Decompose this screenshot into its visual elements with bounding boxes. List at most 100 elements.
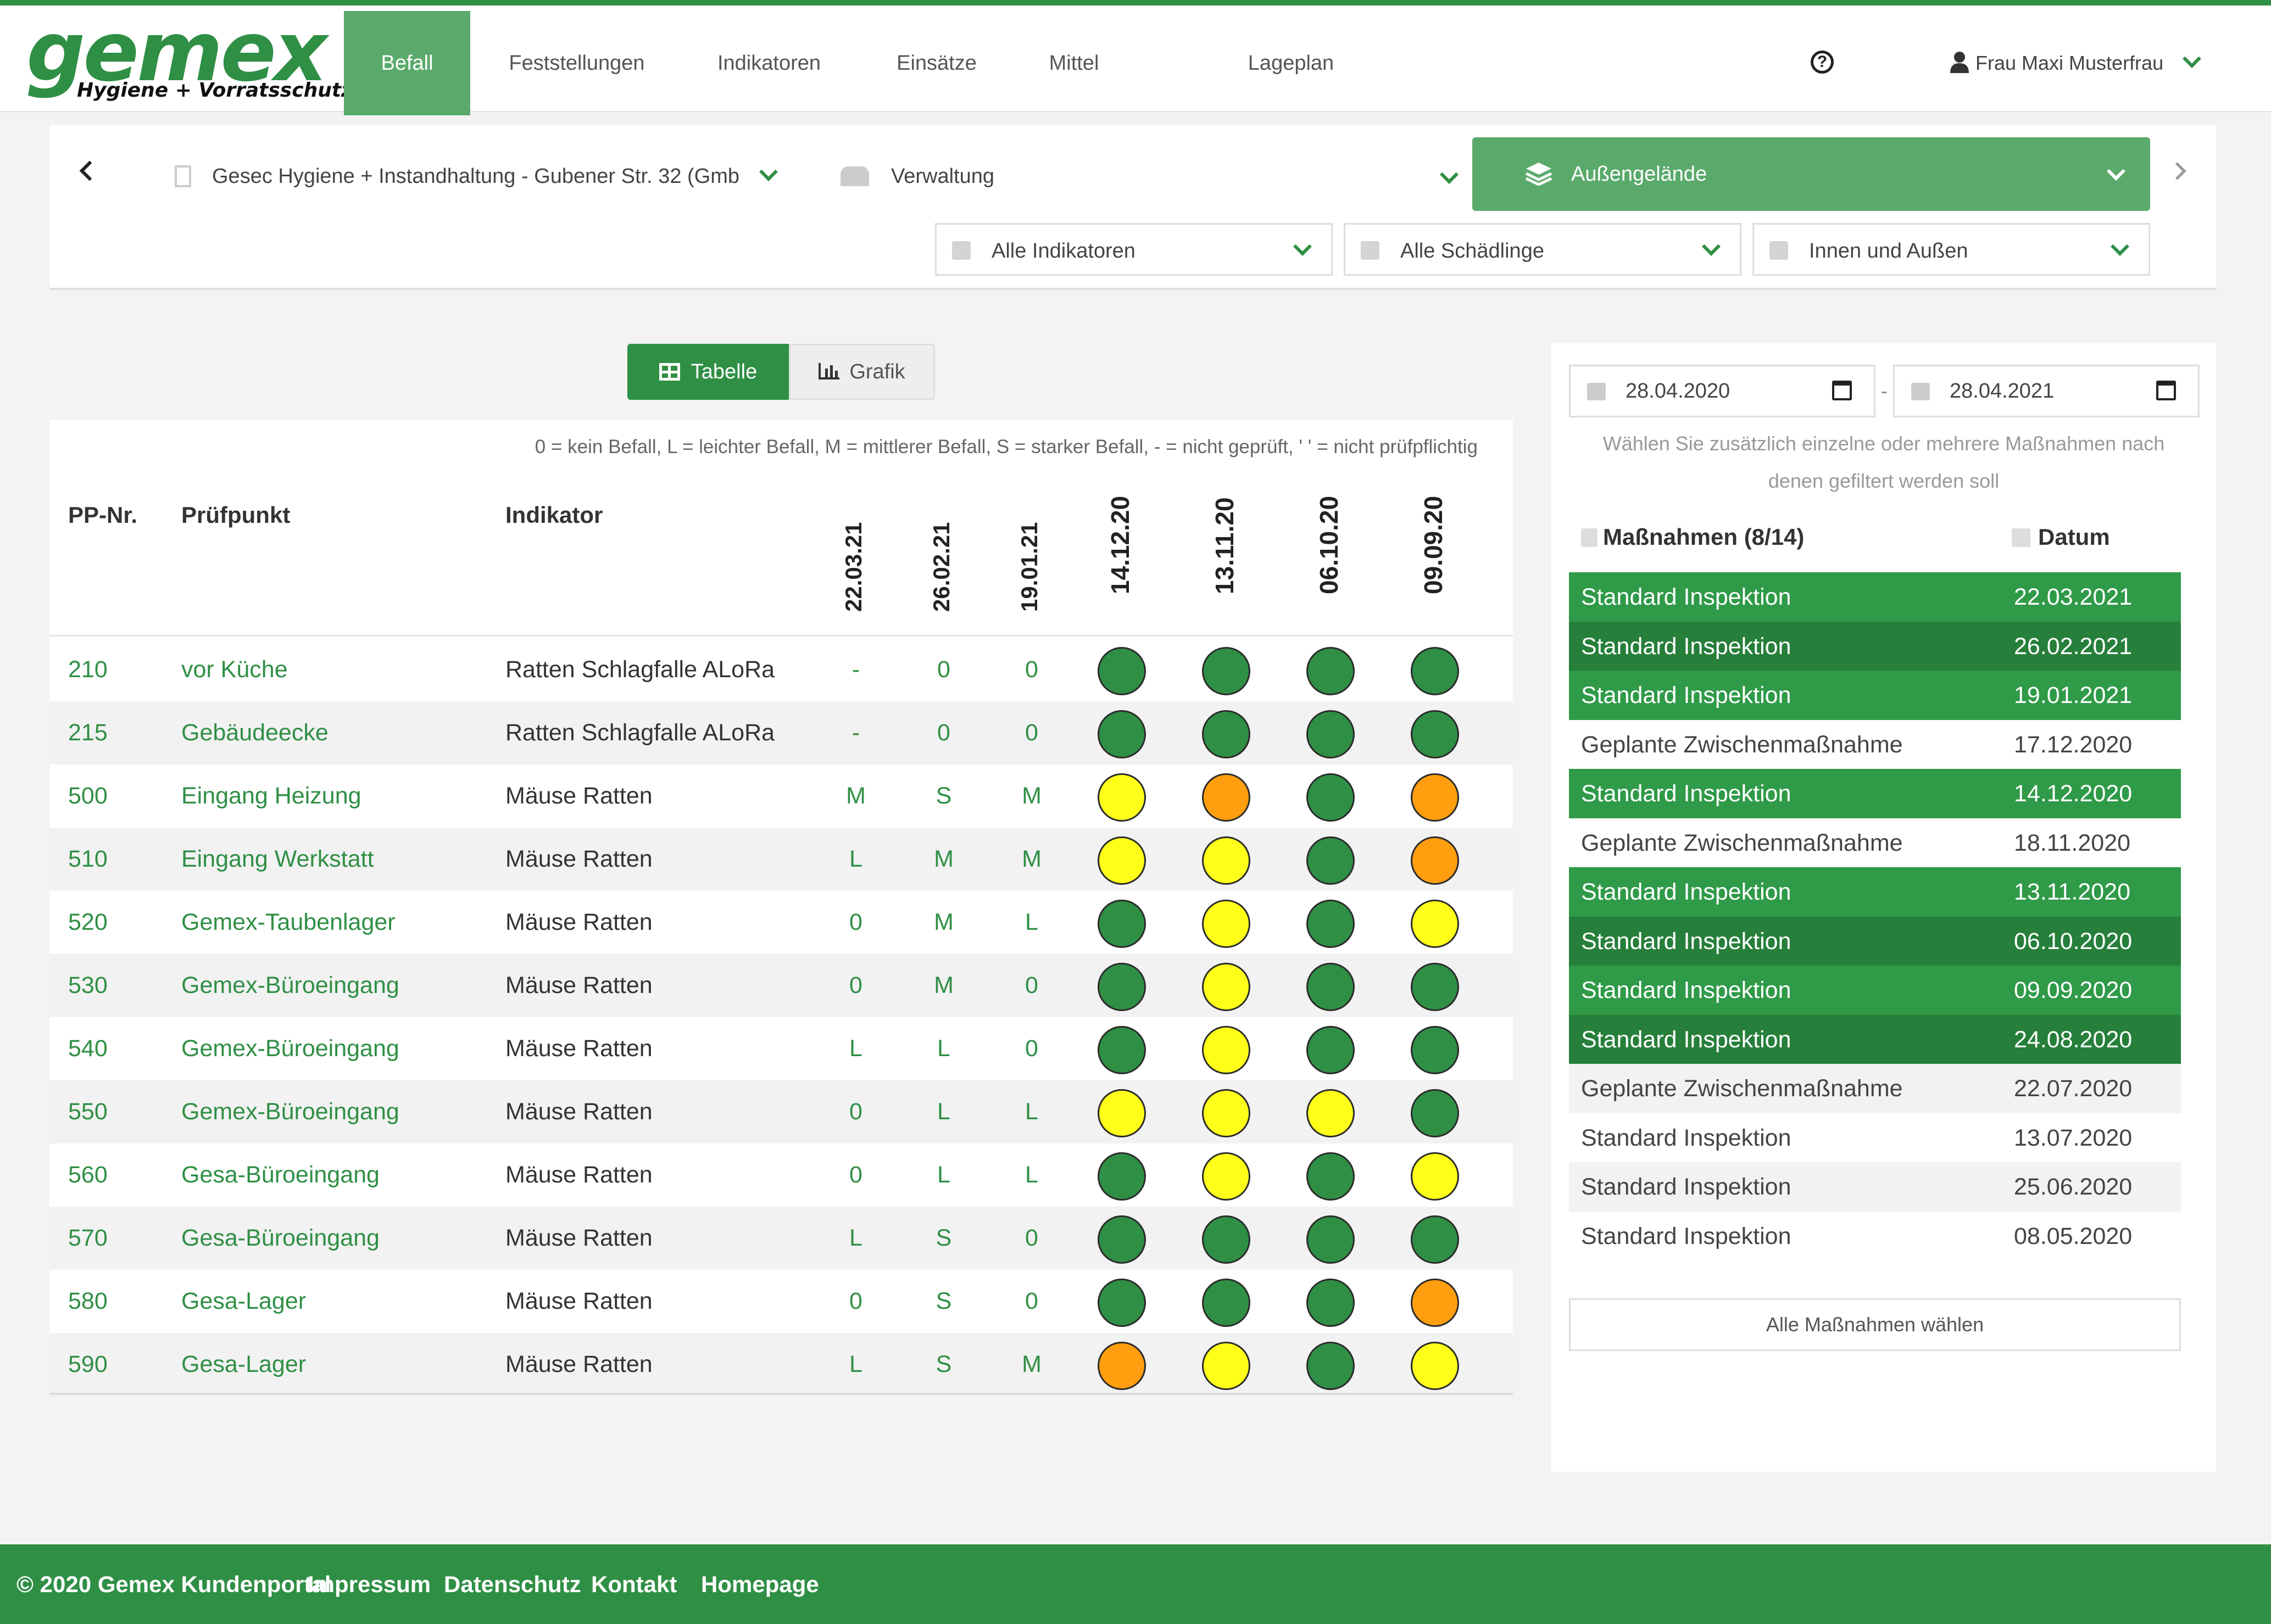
infestation-table: 0 = kein Befall, L = leichter Befall, M … [49,420,1513,1396]
measure-row[interactable]: Geplante Zwischenmaßnahme 18.11.2020 [1569,818,2181,868]
checkpoint-name[interactable]: Gesa-Büroeingang [181,1207,380,1270]
date-column-header: 09.09.20 [1419,495,1448,594]
measure-row[interactable]: Standard Inspektion 06.10.2020 [1569,916,2181,966]
indicator-name: Mäuse Ratten [505,1162,653,1188]
chevron-right-icon[interactable] [2168,162,2186,180]
status-dot-green [1306,647,1355,695]
status-dot-green [1411,647,1459,695]
checkpoint-name[interactable]: Gebäudeecke [181,701,329,764]
measure-row[interactable]: Standard Inspektion 19.01.2021 [1569,671,2181,720]
status-dot-orange [1411,773,1459,822]
checkpoint-name[interactable]: Gemex-Taubenlager [181,891,396,954]
nav-indikatoren[interactable]: Indikatoren [692,11,846,115]
table-row[interactable]: 510 Eingang Werkstatt Mäuse Ratten L M M [49,828,1513,891]
calendar-icon [1587,383,1606,400]
checkpoint-name[interactable]: Gesa-Büroeingang [181,1143,380,1207]
table-row[interactable]: 500 Eingang Heizung Mäuse Ratten M S M [49,764,1513,828]
table-view-label: Tabelle [691,360,758,383]
table-row[interactable]: 580 Gesa-Lager Mäuse Ratten 0 S 0 [49,1270,1513,1333]
table-row[interactable]: 520 Gemex-Taubenlager Mäuse Ratten 0 M L [49,891,1513,954]
footer-link-kontakt[interactable]: Kontakt [591,1544,677,1624]
infestation-value: M [1022,846,1042,872]
measure-row[interactable]: Standard Inspektion 09.09.2020 [1569,966,2181,1015]
date-to-input[interactable]: 28.04.2021 [1893,365,2200,417]
indicator-select[interactable]: Alle Indikatoren [935,223,1333,276]
table-legend: 0 = kein Befall, L = leichter Befall, M … [535,436,1478,457]
status-dot-green [1306,1152,1355,1201]
header-divider [49,635,1513,637]
date-from-input[interactable]: 28.04.2020 [1569,365,1875,417]
status-dot-green [1098,1026,1146,1074]
warehouse-icon [841,166,869,186]
checkpoint-name[interactable]: vor Küche [181,638,288,701]
site-select[interactable]: Gesec Hygiene + Instandhaltung - Gubener… [175,157,845,196]
measure-name: Standard Inspektion [1581,584,1791,610]
status-dot-green [1306,900,1355,948]
measure-row[interactable]: Standard Inspektion 25.06.2020 [1569,1162,2181,1212]
table-row[interactable]: 215 Gebäudeecke Ratten Schlagfalle ALoRa - 0… [49,701,1513,764]
nav-einsaetze[interactable]: Einsätze [868,11,1005,115]
checkpoint-name[interactable]: Eingang Werkstatt [181,828,374,891]
measure-row[interactable]: Standard Inspektion 26.02.2021 [1569,621,2181,671]
measure-date: 18.11.2020 [2014,829,2131,856]
measure-row[interactable]: Geplante Zwischenmaßnahme 22.07.2020 [1569,1064,2181,1113]
chart-view-label: Grafik [849,360,905,383]
table-row[interactable]: 590 Gesa-Lager Mäuse Ratten L S M [49,1333,1513,1396]
building-select[interactable]: Verwaltung [841,157,1511,196]
location-select[interactable]: Innen und Außen [1752,223,2150,276]
measure-row[interactable]: Standard Inspektion 13.07.2020 [1569,1113,2181,1163]
measure-row[interactable]: Standard Inspektion 13.11.2020 [1569,867,2181,917]
footer-link-datenschutz[interactable]: Datenschutz [444,1544,581,1624]
chart-view-button[interactable]: Grafik [789,344,935,400]
nav-feststellungen[interactable]: Feststellungen [483,11,670,115]
header-date[interactable]: Datum [2012,524,2110,550]
table-row[interactable]: 530 Gemex-Büroeingang Mäuse Ratten 0 M 0 [49,954,1513,1017]
measure-row[interactable]: Standard Inspektion 24.08.2020 [1569,1014,2181,1064]
status-dot-green [1098,710,1146,758]
area-select[interactable]: Außengelände [1472,137,2150,211]
calendar-picker-icon[interactable] [2156,381,2176,400]
indicator-name: Ratten Schlagfalle ALoRa [505,719,775,746]
status-dot-yellow [1411,1342,1459,1390]
status-dot-yellow [1202,1152,1250,1201]
infestation-value: - [851,719,860,746]
footer-link-impressum[interactable]: Impressum [308,1544,431,1624]
checkpoint-name[interactable]: Eingang Heizung [181,764,361,828]
top-navigation-bar: gemex Hygiene + Vorratsschutz Befall Fes… [0,0,2271,115]
chevron-left-icon[interactable] [79,160,100,181]
nav-lageplan[interactable]: Lageplan [1220,11,1362,115]
infestation-value: L [937,1098,950,1125]
building-icon [175,165,191,187]
measure-row[interactable]: Standard Inspektion 22.03.2021 [1569,572,2181,622]
table-row[interactable]: 550 Gemex-Büroeingang Mäuse Ratten 0 L L [49,1080,1513,1143]
select-all-measures-button[interactable]: Alle Maßnahmen wählen [1569,1298,2181,1351]
checkpoint-name[interactable]: Gesa-Lager [181,1270,306,1333]
pest-select[interactable]: Alle Schädlinge [1344,223,1741,276]
user-menu[interactable]: Frau Maxi Musterfrau [1950,44,2202,82]
infestation-value: S [936,783,952,809]
table-row[interactable]: 570 Gesa-Büroeingang Mäuse Ratten L S 0 [49,1207,1513,1270]
table-row[interactable]: 210 vor Küche Ratten Schlagfalle ALoRa - 0 0 [49,638,1513,701]
calendar-picker-icon[interactable] [1832,381,1852,400]
status-dot-green [1098,647,1146,695]
gemex-logo[interactable]: gemex Hygiene + Vorratsschutz [26,11,353,105]
status-dot-green [1411,710,1459,758]
table-view-button[interactable]: Tabelle [627,344,789,400]
checkpoint-name[interactable]: Gemex-Büroeingang [181,1080,399,1143]
status-dot-yellow [1202,836,1250,885]
nav-befall[interactable]: Befall [344,11,470,115]
measure-row[interactable]: Standard Inspektion 08.05.2020 [1569,1211,2181,1261]
help-icon[interactable]: ? [1811,51,1834,74]
status-dot-green [1306,1279,1355,1327]
status-dot-green [1202,1279,1250,1327]
checkpoint-name[interactable]: Gemex-Büroeingang [181,954,399,1017]
checkpoint-name[interactable]: Gemex-Büroeingang [181,1017,399,1080]
table-row[interactable]: 540 Gemex-Büroeingang Mäuse Ratten L L 0 [49,1017,1513,1080]
measure-row[interactable]: Geplante Zwischenmaßnahme 17.12.2020 [1569,719,2181,769]
checkpoint-name[interactable]: Gesa-Lager [181,1333,306,1396]
header-measures[interactable]: Maßnahmen (8/14) [1581,524,1804,550]
footer-link-homepage[interactable]: Homepage [701,1544,819,1624]
measure-row[interactable]: Standard Inspektion 14.12.2020 [1569,769,2181,818]
nav-mittel[interactable]: Mittel [1016,11,1132,115]
table-row[interactable]: 560 Gesa-Büroeingang Mäuse Ratten 0 L L [49,1143,1513,1207]
